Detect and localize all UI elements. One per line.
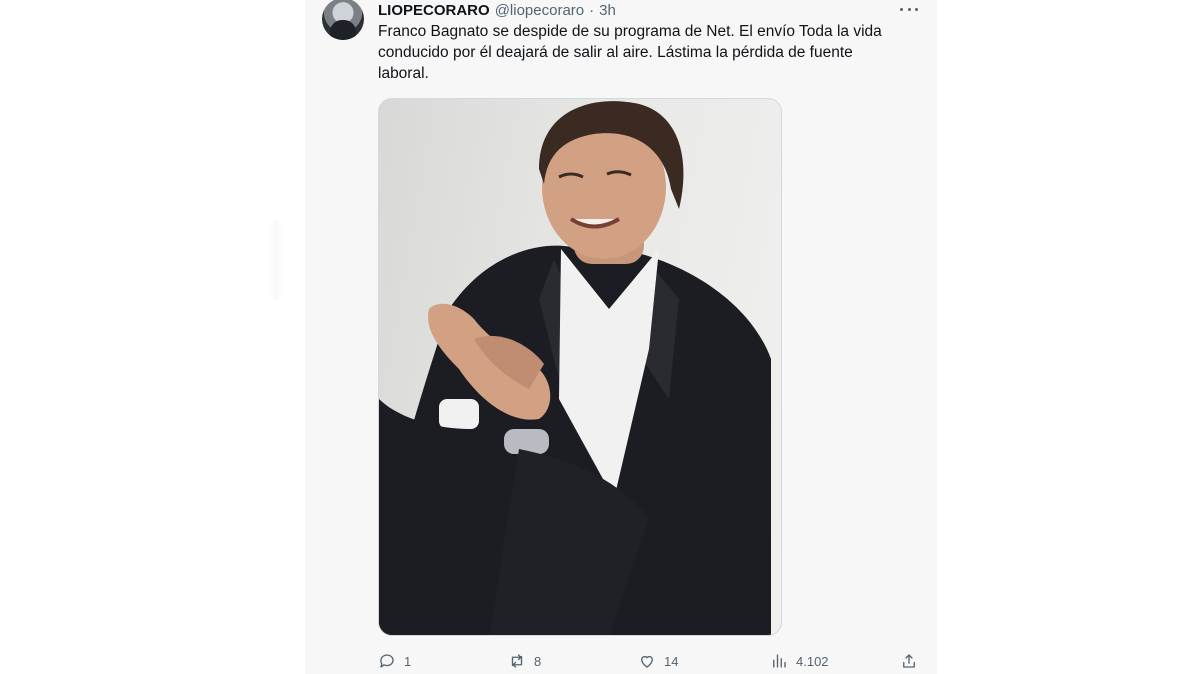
heart-icon (641, 655, 653, 668)
views-count: 4.102 (796, 653, 829, 669)
retweet-icon (511, 654, 523, 668)
more-options-icon[interactable] (898, 2, 920, 16)
author-avatar[interactable] (322, 0, 364, 40)
tweet-text-line: laboral. (378, 65, 429, 82)
author-name[interactable]: LIOPECORARO (378, 2, 490, 19)
like-button[interactable]: 14 (638, 652, 678, 670)
views-button[interactable]: 4.102 (770, 652, 829, 670)
tweet-actions: 1 8 14 4.102 (378, 652, 918, 672)
author-handle[interactable]: @liopecoraro (495, 2, 584, 19)
tweet-text: Franco Bagnato se despide de su programa… (378, 21, 898, 84)
header-separator: · (589, 1, 595, 19)
tweet-header: LIOPECORARO @liopecoraro · 3h (378, 0, 616, 20)
reply-count: 1 (404, 653, 412, 669)
retweet-button[interactable]: 8 (508, 652, 541, 670)
like-count: 14 (664, 653, 679, 669)
share-button[interactable] (900, 652, 918, 670)
views-chart-icon (773, 654, 786, 668)
tweet-text-line: conducido por él deajará de salir al air… (378, 44, 853, 61)
share-icon (903, 654, 915, 668)
reply-button[interactable]: 1 (378, 652, 411, 670)
tweet-photo[interactable] (378, 98, 782, 636)
tweet-timestamp[interactable]: 3h (599, 2, 616, 19)
tweet-text-line: Franco Bagnato se despide de su programa… (378, 23, 882, 40)
page-background-artifact (270, 220, 282, 300)
photo-of-man-in-suit-icon (379, 101, 771, 635)
reply-icon (380, 654, 394, 668)
retweet-count: 8 (534, 653, 542, 669)
